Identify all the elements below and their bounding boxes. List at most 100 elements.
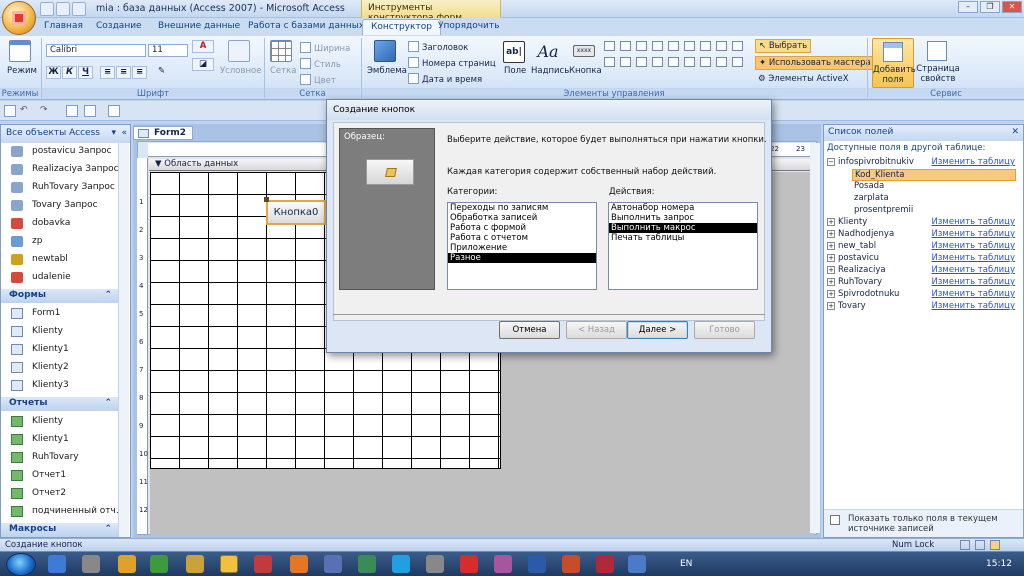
font-color-button[interactable]: A: [192, 40, 214, 53]
conditional-format-button[interactable]: Условное: [220, 66, 261, 76]
toolbar-form-icon[interactable]: [66, 105, 78, 117]
taskbar-app-icon[interactable]: [358, 555, 376, 573]
tab-database-tools[interactable]: Работа с базами данных: [240, 19, 372, 35]
nav-section-macros[interactable]: Макросы ⌃: [1, 523, 118, 537]
change-table-link[interactable]: Изменить таблицу: [932, 277, 1015, 287]
nav-report-item[interactable]: Отчет2: [1, 485, 118, 503]
form-command-button[interactable]: Кнопка0: [266, 200, 326, 225]
action-option[interactable]: Печать таблицы: [609, 233, 757, 243]
view-button[interactable]: Режим: [7, 66, 37, 76]
font-size-box[interactable]: 11: [148, 44, 188, 57]
clock[interactable]: 15:12: [986, 559, 1012, 569]
nav-query-item[interactable]: Realizaciya Запрос: [1, 161, 118, 179]
field-icon[interactable]: ab|: [503, 41, 525, 63]
unbound-frame-icon[interactable]: [652, 57, 663, 67]
finish-button[interactable]: Готово: [694, 321, 755, 339]
grid-button[interactable]: Сетка: [270, 66, 296, 76]
taskbar-word-icon[interactable]: [528, 555, 546, 573]
caption-button[interactable]: Надпись: [531, 66, 569, 76]
taskbar-opera-icon[interactable]: [460, 555, 478, 573]
collapse-pane-icon[interactable]: «: [121, 128, 127, 138]
field-list-footer[interactable]: Показать только поля в текущем источнике…: [824, 509, 1023, 537]
language-indicator[interactable]: EN: [680, 559, 692, 569]
view-icon[interactable]: [9, 40, 31, 62]
document-tab-form2[interactable]: Form2: [133, 126, 193, 140]
change-table-link[interactable]: Изменить таблицу: [932, 301, 1015, 311]
nav-query-item[interactable]: postavicu Запрос: [1, 143, 118, 161]
change-table-link[interactable]: Изменить таблицу: [932, 265, 1015, 275]
activex-button[interactable]: ⚙ Элементы ActiveX: [758, 74, 849, 84]
page-break-icon[interactable]: [636, 57, 647, 67]
undo-qat-icon[interactable]: [56, 2, 70, 16]
field-list-table-row[interactable]: + new_tabl Изменить таблицу: [827, 241, 1019, 253]
nav-query-item[interactable]: dobavka: [1, 215, 118, 233]
property-sheet-button[interactable]: Страница свойств: [916, 38, 960, 88]
nav-report-item[interactable]: подчиненный отч...: [1, 503, 118, 521]
nav-form-item[interactable]: Klienty: [1, 323, 118, 341]
tab-control-icon[interactable]: [604, 41, 615, 51]
field-list-table-row[interactable]: + Spivrodotnuku Изменить таблицу: [827, 289, 1019, 301]
conditional-format-icon[interactable]: [228, 40, 250, 62]
nav-query-item[interactable]: RuhTovary Запрос: [1, 179, 118, 197]
expand-icon[interactable]: +: [827, 254, 835, 262]
minimize-icon[interactable]: –: [958, 1, 978, 13]
back-button[interactable]: < Назад: [566, 321, 627, 339]
toggle-control-icon[interactable]: [604, 57, 615, 67]
nav-report-item[interactable]: RuhTovary: [1, 449, 118, 467]
nav-section-forms[interactable]: Формы ⌃: [1, 289, 118, 303]
toolbar-report-icon[interactable]: [84, 105, 96, 117]
hyperlink-control-icon[interactable]: [684, 57, 695, 67]
categories-listbox[interactable]: Переходы по записям Обработка записей Рабо…: [447, 202, 597, 290]
nav-query-item[interactable]: newtabl: [1, 251, 118, 269]
chart-control-icon[interactable]: [716, 57, 727, 67]
redo-icon[interactable]: ↷: [40, 105, 52, 117]
chevron-down-icon[interactable]: ▾: [111, 128, 116, 138]
expand-icon[interactable]: +: [827, 302, 835, 310]
expand-icon[interactable]: +: [827, 218, 835, 226]
action-option[interactable]: Выполнить запрос: [609, 213, 757, 223]
nav-header[interactable]: Все объекты Access ▾ «: [1, 125, 130, 143]
move-handle[interactable]: [264, 197, 269, 202]
checkbox-control-icon[interactable]: [652, 41, 663, 51]
line-width-button[interactable]: Ширина: [300, 42, 350, 54]
image-control-icon[interactable]: [716, 41, 727, 51]
field-list-table-row[interactable]: + Nadhodjenya Изменить таблицу: [827, 229, 1019, 241]
category-option[interactable]: Разное: [448, 253, 596, 263]
align-center-button[interactable]: ≡: [116, 66, 131, 79]
bound-frame-icon[interactable]: [668, 57, 679, 67]
emblem-icon[interactable]: [374, 40, 396, 62]
nav-report-item[interactable]: Отчет1: [1, 467, 118, 485]
combo-control-icon[interactable]: [700, 41, 711, 51]
button-control-button[interactable]: Кнопка: [569, 66, 602, 76]
taskbar-firefox-icon[interactable]: [290, 555, 308, 573]
grid-icon[interactable]: [270, 40, 292, 62]
field-list-field[interactable]: zarplata: [852, 193, 1016, 205]
nav-form-item[interactable]: Form1: [1, 305, 118, 323]
title-button[interactable]: Заголовок: [408, 41, 468, 53]
button-control-icon[interactable]: xxxx: [573, 45, 595, 57]
form-view-icon[interactable]: [960, 540, 970, 550]
category-option[interactable]: Работа с формой: [448, 223, 596, 233]
nav-query-item[interactable]: udalenie: [1, 269, 118, 287]
taskbar-explorer-icon[interactable]: [118, 555, 136, 573]
field-list-table-row[interactable]: − infospivrobitnukiv Изменить таблицу: [827, 157, 1019, 169]
design-view-icon[interactable]: [990, 540, 1000, 550]
start-button[interactable]: [6, 553, 36, 576]
field-list-table-row[interactable]: + Klienty Изменить таблицу: [827, 217, 1019, 229]
change-table-link[interactable]: Изменить таблицу: [932, 289, 1015, 299]
toolbar-print-icon[interactable]: [108, 105, 120, 117]
more-controls-icon[interactable]: [732, 57, 743, 67]
field-list-table-row[interactable]: + postavicu Изменить таблицу: [827, 253, 1019, 265]
change-table-link[interactable]: Изменить таблицу: [932, 217, 1015, 227]
taskbar-app-icon[interactable]: [186, 555, 204, 573]
nav-report-item[interactable]: Klienty: [1, 413, 118, 431]
attachment-control-icon[interactable]: [700, 57, 711, 67]
nav-section-reports[interactable]: Отчеты ⌃: [1, 397, 118, 411]
close-icon[interactable]: ✕: [1002, 1, 1022, 13]
italic-button[interactable]: К: [62, 66, 77, 79]
font-name-box[interactable]: Calibri: [46, 44, 146, 57]
tab-external-data[interactable]: Внешние данные: [150, 19, 248, 35]
option-control-icon[interactable]: [684, 41, 695, 51]
taskbar-app-icon[interactable]: [150, 555, 168, 573]
nav-query-item[interactable]: zp: [1, 233, 118, 251]
